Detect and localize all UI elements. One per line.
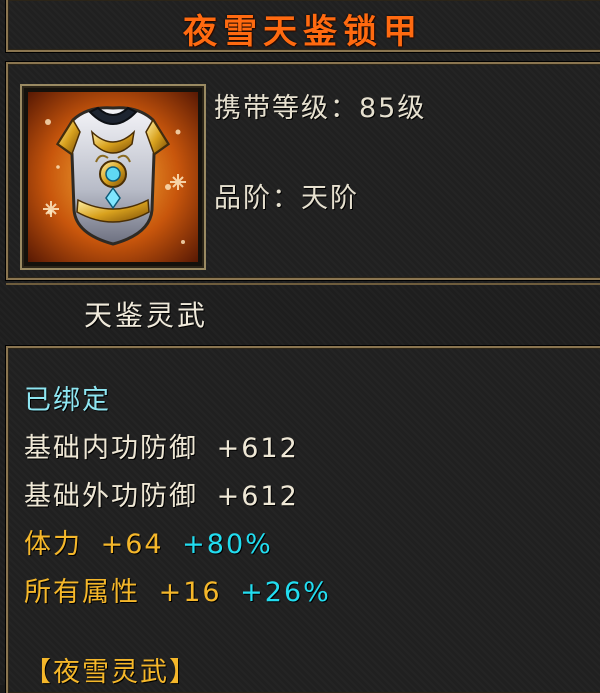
attr-internal-defense: 基础内功防御 +612 <box>24 426 307 465</box>
attr-value: +16 <box>158 577 222 608</box>
item-category: 天鉴灵武 <box>84 299 209 332</box>
attr-bonus: +26% <box>240 577 331 608</box>
attr-name: 所有属性 <box>24 577 140 608</box>
item-icon-slot[interactable] <box>20 84 206 270</box>
attr-value: +612 <box>216 433 299 464</box>
attr-value: +612 <box>216 481 299 512</box>
attr-name: 体力 <box>24 529 82 560</box>
attr-value: +64 <box>100 529 164 560</box>
item-title: 夜雪天鉴锁甲 <box>183 12 423 52</box>
bound-status: 已绑定 <box>24 385 111 416</box>
attr-bonus: +80% <box>182 529 273 560</box>
attr-stamina: 体力 +64 +80% <box>24 522 281 561</box>
section-divider <box>6 283 600 285</box>
armor-vest-icon <box>28 92 198 262</box>
item-grade-text: 品阶：天阶 <box>214 183 359 214</box>
attr-name: 基础外功防御 <box>24 481 198 512</box>
item-tooltip: 夜雪天鉴锁甲 携带等级：85级 品阶：天阶 天鉴灵武 已绑定 基础内功防御 +6… <box>0 0 600 693</box>
set-name: 【夜雪灵武】 <box>24 657 198 688</box>
attr-name: 基础内功防御 <box>24 433 198 464</box>
attr-external-defense: 基础外功防御 +612 <box>24 474 307 513</box>
attr-all-attributes: 所有属性 +16 +26% <box>24 570 339 609</box>
carry-level-text: 携带等级：85级 <box>214 93 427 124</box>
